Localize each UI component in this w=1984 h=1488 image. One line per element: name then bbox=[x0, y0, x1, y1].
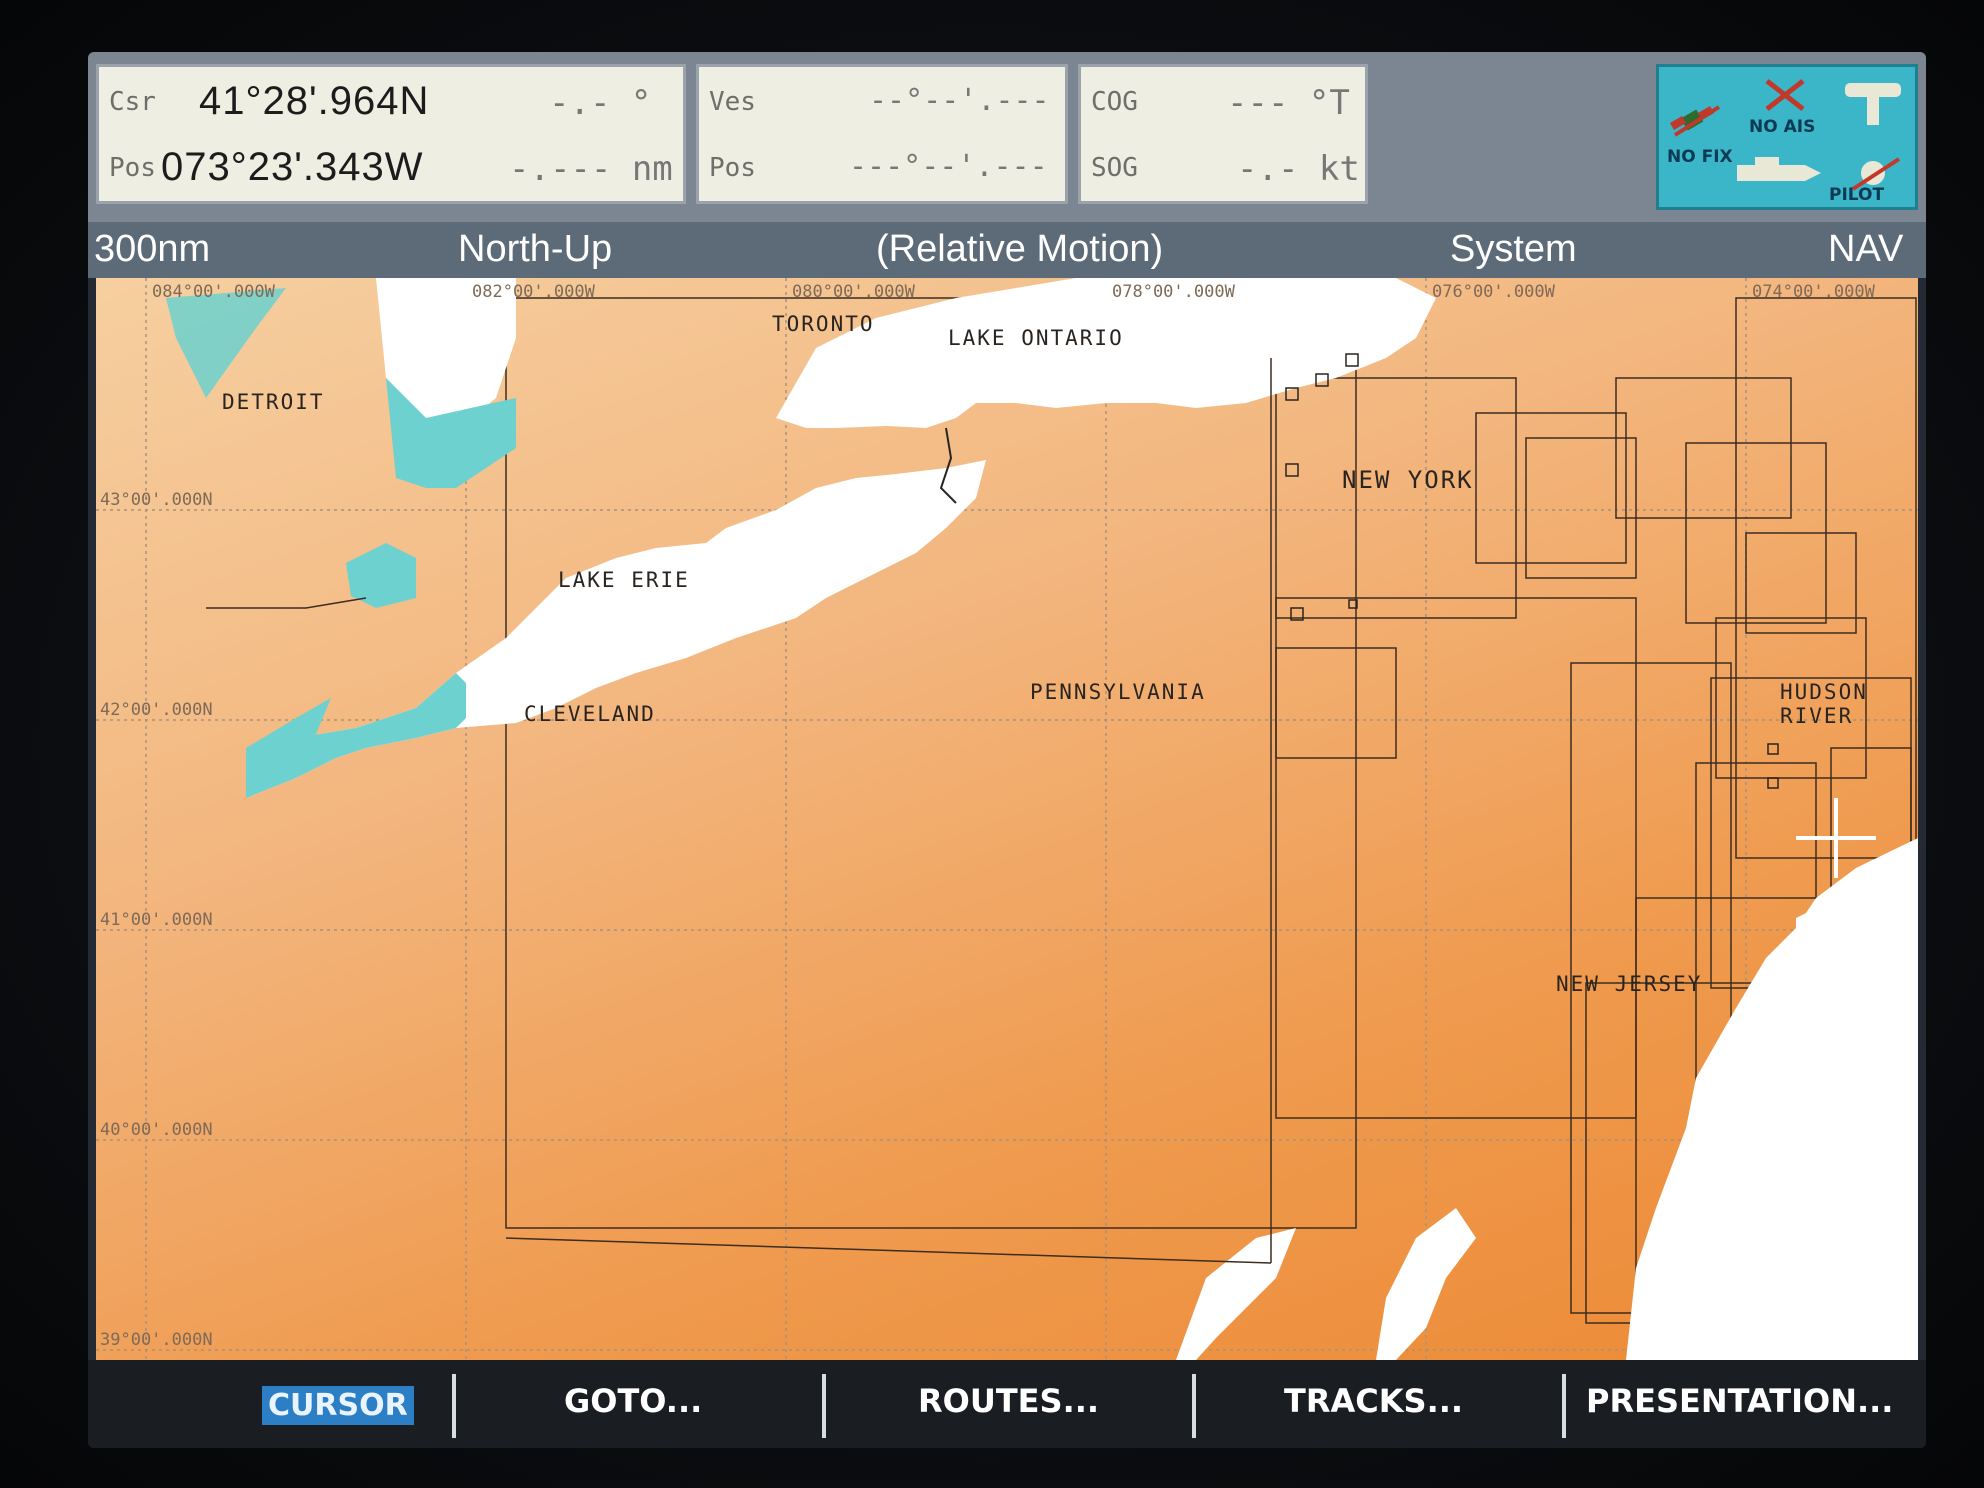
cursor-range: -.--- nm bbox=[509, 149, 673, 189]
no-ais-label: NO AIS bbox=[1749, 117, 1816, 137]
chart-markers bbox=[1285, 353, 1779, 789]
range-scale[interactable]: 300nm bbox=[94, 228, 210, 271]
no-fix-label: NO FIX bbox=[1667, 147, 1733, 167]
sog-label: SOG bbox=[1091, 153, 1138, 183]
system-mode[interactable]: System bbox=[1450, 228, 1577, 271]
satellite-icon bbox=[1669, 105, 1721, 137]
lat-label-43: 43°00'.000N bbox=[100, 490, 213, 510]
lake-michigan-shallows bbox=[166, 288, 286, 398]
ves-pos-label: Pos bbox=[709, 153, 756, 183]
softkey-divider bbox=[1192, 1374, 1196, 1438]
lon-label-076: 076°00'.000W bbox=[1432, 282, 1555, 302]
presentation-softkey[interactable]: PRESENTATION... bbox=[1586, 1382, 1893, 1420]
cog-value: --- °T bbox=[1227, 83, 1350, 123]
lon-label-080: 080°00'.000W bbox=[792, 282, 915, 302]
status-indicator-box[interactable]: NO FIX NO AIS PILOT bbox=[1656, 64, 1918, 210]
chart-graphics bbox=[96, 278, 1918, 1360]
chart-grid bbox=[96, 278, 1918, 1360]
data-bar: Csr 41°28'.964N -.- ° Pos 073°23'.343W -… bbox=[88, 52, 1926, 222]
cursor-latitude: 41°28'.964N bbox=[199, 79, 430, 123]
cursor-longitude: 073°23'.343W bbox=[161, 145, 424, 189]
pilot-label: PILOT bbox=[1829, 185, 1885, 205]
lon-label-084: 084°00'.000W bbox=[152, 282, 275, 302]
lon-label-082: 082°00'.000W bbox=[472, 282, 595, 302]
lat-label-42: 42°00'.000N bbox=[100, 700, 213, 720]
label-lake-ontario: LAKE ONTARIO bbox=[948, 326, 1124, 350]
vessel-position-panel: Ves --°--'.--- Pos ---°--'.--- bbox=[696, 64, 1068, 204]
lon-label-078: 078°00'.000W bbox=[1112, 282, 1235, 302]
label-new-york: NEW YORK bbox=[1342, 466, 1474, 494]
no-ais-icon bbox=[1765, 79, 1805, 111]
label-detroit: DETROIT bbox=[222, 390, 325, 414]
label-toronto: TORONTO bbox=[772, 312, 875, 336]
lat-label-41: 41°00'.000N bbox=[100, 910, 213, 930]
chart-header-bar: 300nm North-Up (Relative Motion) System … bbox=[88, 222, 1926, 278]
motion-mode[interactable]: (Relative Motion) bbox=[876, 228, 1163, 271]
cursor-softkey[interactable]: CURSOR bbox=[262, 1386, 414, 1425]
softkey-divider bbox=[1562, 1374, 1566, 1438]
routes-softkey[interactable]: ROUTES... bbox=[918, 1382, 1099, 1420]
cursor-bearing: -.- ° bbox=[549, 83, 652, 123]
state-boundaries bbox=[206, 358, 1272, 1264]
softkey-divider bbox=[822, 1374, 826, 1438]
lake-st-clair bbox=[346, 543, 416, 608]
course-speed-panel: COG --- °T SOG -.- kt bbox=[1078, 64, 1368, 204]
boat-icon bbox=[1737, 157, 1821, 181]
softkey-divider bbox=[452, 1374, 456, 1438]
cog-label: COG bbox=[1091, 87, 1138, 117]
vessel-longitude: ---°--'.--- bbox=[849, 149, 1048, 184]
radar-icon bbox=[1845, 83, 1901, 125]
cursor-position-panel: Csr 41°28'.964N -.- ° Pos 073°23'.343W -… bbox=[96, 64, 686, 204]
lon-label-074: 074°00'.000W bbox=[1752, 282, 1875, 302]
tracks-softkey[interactable]: TRACKS... bbox=[1284, 1382, 1463, 1420]
label-cleveland: CLEVELAND bbox=[524, 702, 656, 726]
lat-label-40: 40°00'.000N bbox=[100, 1120, 213, 1140]
label-new-jersey: NEW JERSEY bbox=[1556, 972, 1703, 996]
nautical-chart[interactable]: 084°00'.000W 082°00'.000W 080°00'.000W 0… bbox=[96, 278, 1918, 1360]
label-hudson-river: HUDSON RIVER bbox=[1780, 680, 1868, 728]
ves-label: Ves bbox=[709, 87, 756, 117]
sog-value: -.- kt bbox=[1237, 149, 1360, 189]
vessel-latitude: --°--'.--- bbox=[869, 83, 1050, 118]
csr-label: Csr bbox=[109, 87, 156, 117]
chart-orientation[interactable]: North-Up bbox=[458, 228, 612, 271]
chartplotter-screen: Csr 41°28'.964N -.- ° Pos 073°23'.343W -… bbox=[88, 52, 1926, 1448]
nav-page-label: NAV bbox=[1828, 228, 1904, 270]
label-lake-erie: LAKE ERIE bbox=[558, 568, 690, 592]
chesapeake-bay bbox=[1176, 1228, 1296, 1360]
label-pennsylvania: PENNSYLVANIA bbox=[1030, 680, 1206, 704]
softkey-bar: CURSOR GOTO... ROUTES... TRACKS... PRESE… bbox=[88, 1360, 1926, 1448]
lat-label-39: 39°00'.000N bbox=[100, 1330, 213, 1350]
pos-label: Pos bbox=[109, 153, 156, 183]
goto-softkey[interactable]: GOTO... bbox=[564, 1382, 702, 1420]
